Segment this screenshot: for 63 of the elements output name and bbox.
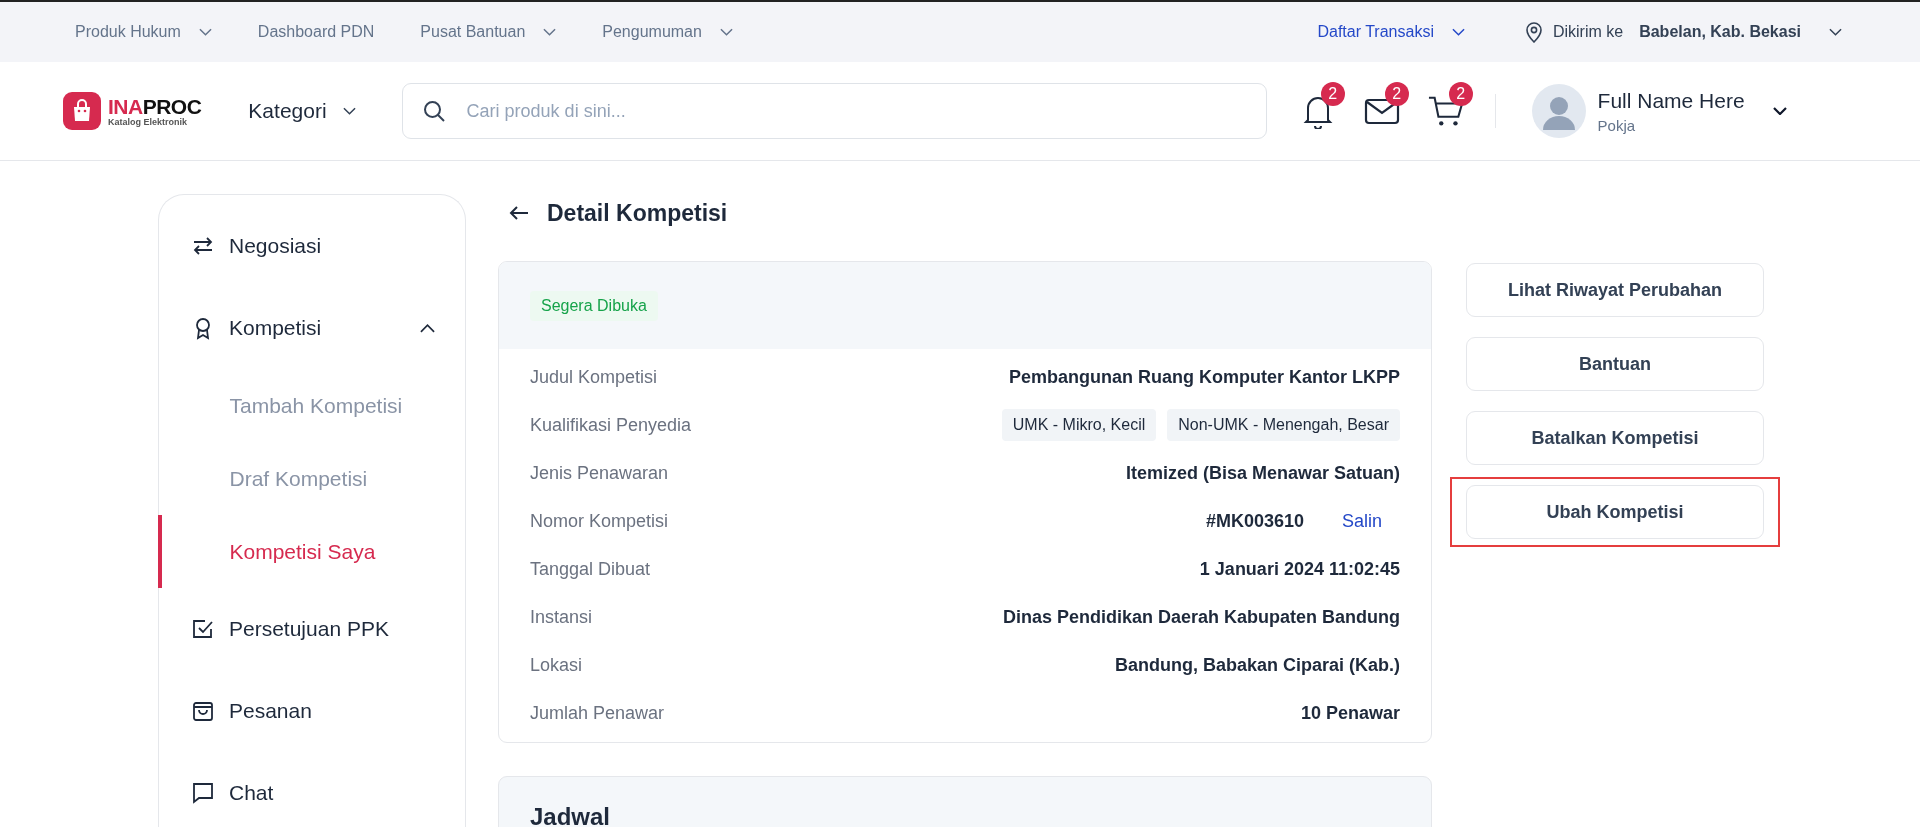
chevron-down-icon (543, 28, 557, 36)
chevron-down-icon (719, 28, 733, 36)
chevron-down-icon (1829, 28, 1842, 36)
location-pin-icon (1524, 21, 1543, 43)
detail-value: Itemized (Bisa Menawar Satuan) (1125, 462, 1400, 484)
checkbox-icon (191, 617, 215, 641)
detail-label: Tanggal Dibuat (530, 558, 651, 580)
detail-value: Bandung, Babakan Ciparai (Kab.) (1114, 654, 1400, 676)
avatar-icon (1531, 84, 1586, 138)
sidebar-item[interactable]: Pesanan (159, 670, 465, 752)
action-button[interactable]: Lihat Riwayat Perubahan (1466, 263, 1764, 317)
page-title: Detail Kompetisi (547, 199, 728, 227)
search-icon (421, 99, 446, 123)
chevron-down-icon (1451, 28, 1465, 36)
top-menu-link[interactable]: Produk Hukum (75, 23, 212, 41)
detail-value: 10 Penawar (1300, 702, 1400, 724)
sidebar-item[interactable]: Kompetisi (159, 287, 465, 369)
chevron-down-icon (198, 28, 212, 36)
detail-label: Nomor Kompetisi (530, 510, 669, 532)
qualification-tag: Non-UMK - Menengah, Besar (1167, 409, 1400, 441)
copy-link[interactable]: Salin (1341, 510, 1382, 532)
logo-wordmark-prefix: INA (108, 94, 143, 118)
search-field[interactable]: Cari produk di sini... (401, 83, 1267, 139)
top-menu-link[interactable]: Pusat Bantuan (420, 23, 557, 41)
detail-label: Judul Kompetisi (530, 366, 658, 388)
user-name: Full Name Here (1597, 88, 1745, 113)
delivery-label: Dikirim ke (1552, 23, 1624, 41)
chat-bubble-icon (191, 781, 215, 805)
status-badge: Segera Dibuka (530, 290, 658, 321)
logo-subtitle: Katalog Elektronik (108, 116, 189, 127)
top-menu-link[interactable]: Pengumuman (602, 23, 733, 41)
shopping-bag-icon (191, 699, 215, 723)
detail-value: 1 Januari 2024 11:02:45 (1199, 558, 1400, 580)
transactions-link[interactable]: Daftar Transaksi (1317, 23, 1465, 41)
chevron-down-icon (342, 107, 356, 115)
detail-label: Instansi (530, 606, 593, 628)
action-button[interactable]: Ubah Kompetisi (1466, 485, 1764, 539)
section-title: Jadwal (530, 803, 612, 827)
sidebar-item[interactable]: Negosiasi (159, 205, 465, 287)
sidebar-item[interactable]: Persetujuan PPK (159, 588, 465, 670)
notification-count: 2 (1448, 82, 1473, 106)
detail-label: Jumlah Penawar (530, 702, 665, 724)
action-button[interactable]: Batalkan Kompetisi (1466, 411, 1764, 465)
notification-count: 2 (1384, 82, 1409, 106)
shopping-bag-logo-icon (63, 92, 101, 130)
detail-value: #MK003610 (1205, 510, 1304, 532)
back-arrow-icon[interactable] (509, 205, 529, 221)
logo-wordmark-suffix: PROC (142, 94, 202, 118)
action-button[interactable]: Bantuan (1466, 337, 1764, 391)
detail-label: Jenis Penawaran (530, 462, 669, 484)
delivery-location[interactable]: Babelan, Kab. Bekasi (1639, 23, 1801, 41)
detail-value: Pembangunan Ruang Komputer Kantor LKPP (1008, 366, 1400, 388)
chevron-down-icon[interactable] (1772, 107, 1787, 115)
notification-count: 2 (1320, 82, 1345, 106)
user-role: Pokja (1597, 116, 1637, 134)
detail-label: Kualifikasi Penyedia (530, 414, 692, 436)
sidebar-subitem[interactable]: Kompetisi Saya (157, 515, 465, 588)
detail-label: Lokasi (530, 654, 583, 676)
sidebar-item[interactable]: Chat (159, 752, 465, 827)
top-menu-link[interactable]: Dashboard PDN (257, 23, 375, 41)
detail-value: Dinas Pendidikan Daerah Kabupaten Bandung (1002, 606, 1400, 628)
qualification-tag: UMK - Mikro, Kecil (1001, 409, 1157, 441)
category-dropdown[interactable]: Kategori (248, 99, 356, 123)
